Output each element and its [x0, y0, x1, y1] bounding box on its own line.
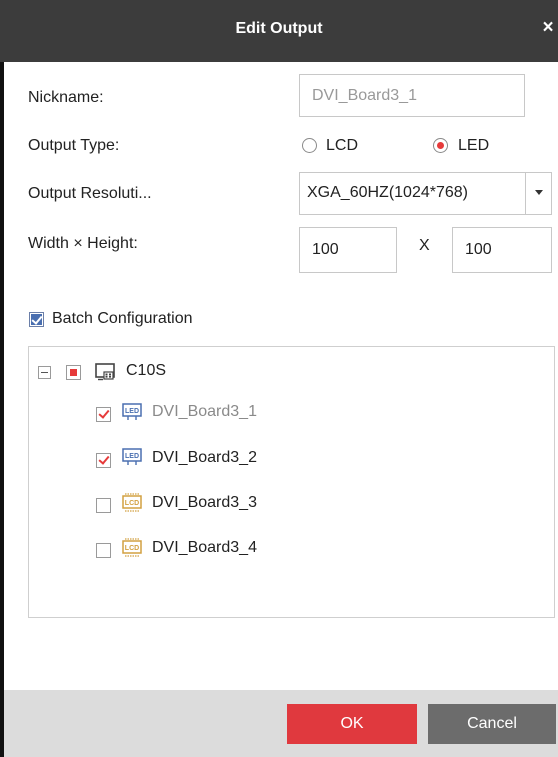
resolution-label: Output Resoluti...	[28, 185, 152, 202]
resolution-select[interactable]: XGA_60HZ(1024*768)	[299, 172, 552, 215]
lcd-screen-icon: LCD	[122, 493, 142, 513]
radio-led[interactable]	[433, 138, 448, 153]
svg-text:LCD: LCD	[125, 545, 139, 552]
output-type-label: Output Type:	[28, 137, 120, 154]
tree-item-label[interactable]: DVI_Board3_1	[152, 403, 257, 421]
dialog-footer: OK Cancel	[4, 690, 558, 757]
close-icon[interactable]: ×	[540, 17, 556, 39]
led-screen-icon: LED	[122, 403, 142, 421]
radio-led-label[interactable]: LED	[458, 137, 489, 155]
display-monitor-icon	[95, 363, 115, 381]
window-edge	[0, 0, 4, 757]
height-field[interactable]	[452, 227, 552, 273]
nickname-label: Nickname:	[28, 89, 104, 106]
width-field[interactable]	[299, 227, 397, 273]
title-bar: Edit Output ×	[0, 0, 558, 62]
size-separator: X	[419, 237, 430, 254]
tree-item-checkbox[interactable]	[96, 407, 111, 422]
tree-item-checkbox[interactable]	[96, 543, 111, 558]
tree-root-checkbox[interactable]	[66, 365, 81, 380]
tree-root-label[interactable]: C10S	[126, 362, 166, 380]
tree-item-label[interactable]: DVI_Board3_2	[152, 449, 257, 467]
radio-lcd-label[interactable]: LCD	[326, 137, 358, 155]
collapse-icon[interactable]	[38, 366, 51, 379]
cancel-button[interactable]: Cancel	[428, 704, 556, 744]
radio-lcd[interactable]	[302, 138, 317, 153]
resolution-value: XGA_60HZ(1024*768)	[307, 184, 468, 201]
svg-text:LCD: LCD	[125, 500, 139, 507]
tree-item-label[interactable]: DVI_Board3_3	[152, 494, 257, 512]
batch-config-checkbox[interactable]	[29, 312, 44, 327]
lcd-screen-icon: LCD	[122, 538, 142, 558]
edit-output-dialog: Edit Output × Nickname: Output Type: LCD…	[0, 0, 558, 757]
svg-text:LED: LED	[125, 453, 139, 460]
led-screen-icon: LED	[122, 448, 142, 466]
device-tree[interactable]: C10S LED DVI_Board3_1 LED DVI_Board3_2 L…	[28, 346, 555, 618]
nickname-field[interactable]	[299, 74, 525, 117]
chevron-down-icon[interactable]	[525, 173, 551, 214]
tree-item-label[interactable]: DVI_Board3_4	[152, 539, 257, 557]
ok-button[interactable]: OK	[287, 704, 417, 744]
dialog-title: Edit Output	[235, 20, 323, 37]
size-label: Width × Height:	[28, 235, 138, 252]
tree-item-checkbox[interactable]	[96, 498, 111, 513]
batch-config-label[interactable]: Batch Configuration	[52, 310, 193, 328]
tree-item-checkbox[interactable]	[96, 453, 111, 468]
svg-text:LED: LED	[125, 408, 139, 415]
